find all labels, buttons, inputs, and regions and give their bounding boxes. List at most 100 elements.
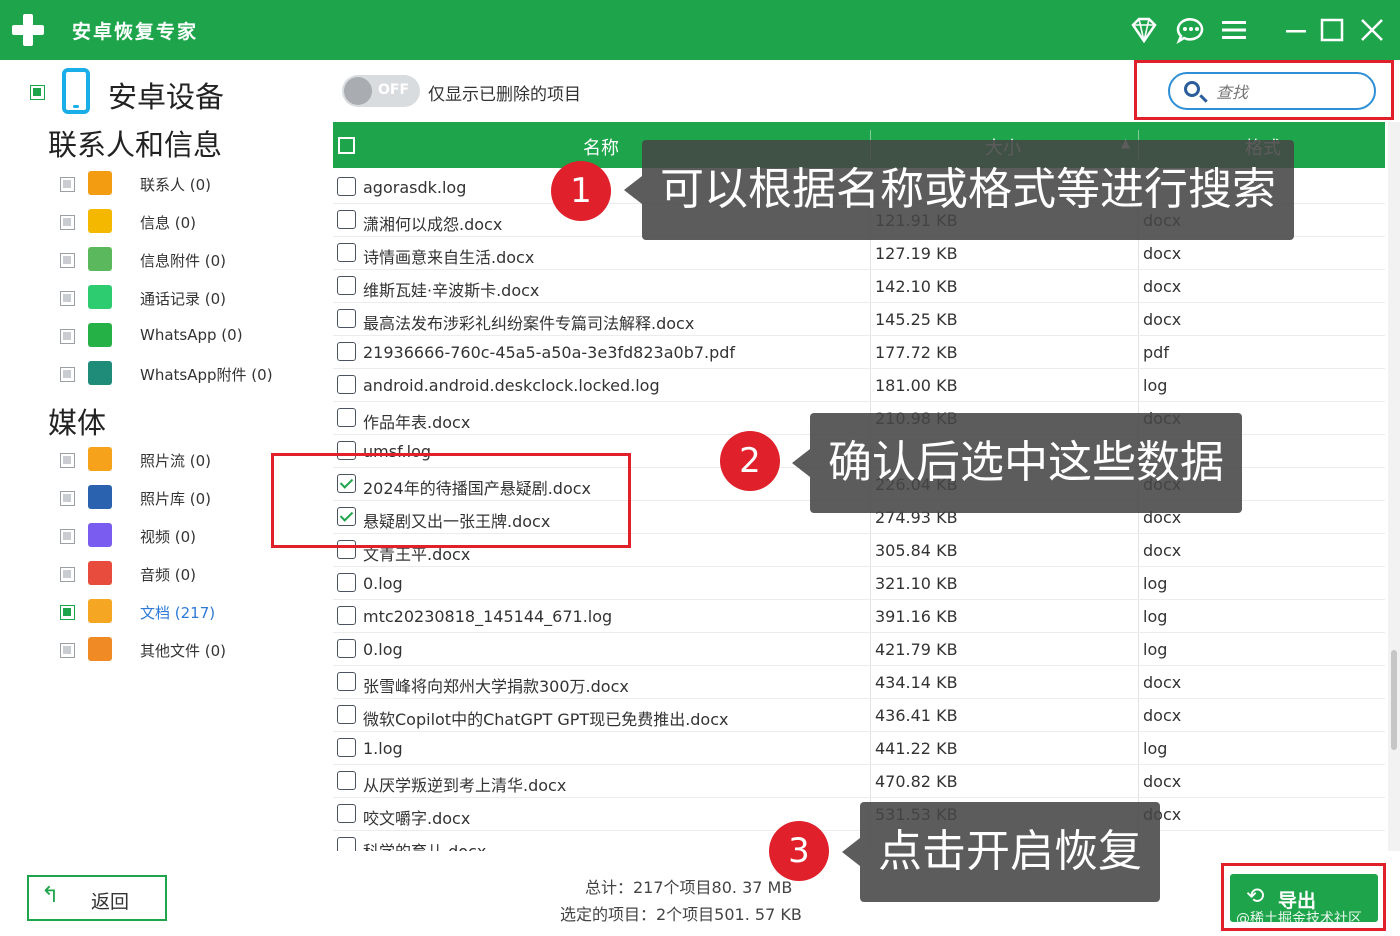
sidebar-item[interactable]: 信息 (0) — [58, 208, 328, 236]
file-format: docx — [1143, 673, 1182, 692]
row-checkbox[interactable] — [337, 441, 356, 460]
sidebar-item[interactable]: 音频 (0) — [58, 560, 328, 588]
table-row[interactable]: 21936666-760c-45a5-a50a-3e3fd823a0b7.pdf… — [333, 336, 1385, 369]
select-all-checkbox[interactable] — [338, 137, 355, 154]
search-icon[interactable] — [1184, 81, 1200, 97]
row-checkbox[interactable] — [337, 342, 356, 361]
row-checkbox[interactable] — [337, 276, 356, 295]
table-row[interactable]: 1.log 441.22 KB log — [333, 732, 1385, 765]
sidebar-item-checkbox[interactable] — [60, 491, 75, 506]
sidebar-item[interactable]: 通话记录 (0) — [58, 284, 328, 312]
file-size: 181.00 KB — [875, 376, 958, 395]
sidebar-item-checkbox[interactable] — [60, 453, 75, 468]
file-size: 145.25 KB — [875, 310, 958, 329]
table-row[interactable]: 维斯瓦娃·辛波斯卡.docx 142.10 KB docx — [333, 270, 1385, 303]
table-row[interactable]: 0.log 421.79 KB log — [333, 633, 1385, 666]
sidebar-item[interactable]: 照片流 (0) — [58, 446, 328, 474]
sidebar-item-checkbox[interactable] — [60, 567, 75, 582]
file-size: 305.84 KB — [875, 541, 958, 560]
row-checkbox[interactable] — [337, 474, 356, 493]
table-row[interactable]: 微软Copilot中的ChatGPT GPT现已免费推出.docx 436.41 … — [333, 699, 1385, 732]
annotation-badge-2: 2 — [720, 431, 780, 491]
diamond-icon[interactable] — [1128, 14, 1160, 46]
sidebar-item-checkbox[interactable] — [60, 253, 75, 268]
row-checkbox[interactable] — [337, 210, 356, 229]
row-checkbox[interactable] — [337, 408, 356, 427]
back-arrow-icon: ↰ — [41, 883, 60, 908]
search-box[interactable] — [1168, 72, 1376, 110]
row-checkbox[interactable] — [337, 540, 356, 559]
section-contacts-title: 联系人和信息 — [48, 128, 223, 162]
file-format: docx — [1143, 706, 1182, 725]
row-checkbox[interactable] — [337, 837, 356, 851]
deleted-only-label: 仅显示已删除的项目 — [428, 85, 581, 105]
file-size: 127.19 KB — [875, 244, 958, 263]
whatsapp-attachment-icon — [88, 361, 112, 385]
annotation-callout-2: 确认后选中这些数据 — [792, 413, 1242, 513]
sidebar-item-checkbox[interactable] — [60, 605, 75, 620]
sidebar-item-checkbox[interactable] — [60, 215, 75, 230]
table-row[interactable]: 最高法发布涉彩礼纠纷案件专篇司法解释.docx 145.25 KB docx — [333, 303, 1385, 336]
sidebar-item[interactable]: 信息附件 (0) — [58, 246, 328, 274]
row-checkbox[interactable] — [337, 705, 356, 724]
sidebar-item[interactable]: 照片库 (0) — [58, 484, 328, 512]
sidebar-item[interactable]: 文档 (217) — [58, 598, 328, 626]
file-size: 470.82 KB — [875, 772, 958, 791]
maximize-icon[interactable] — [1316, 14, 1348, 46]
sidebar-item[interactable]: 其他文件 (0) — [58, 636, 328, 664]
table-row[interactable]: 诗情画意来自生活.docx 127.19 KB docx — [333, 237, 1385, 270]
row-checkbox[interactable] — [337, 573, 356, 592]
sidebar: 安卓设备 联系人和信息 联系人 (0) 信息 (0) 信息附件 (0) 通话记录 (0… — [0, 60, 332, 936]
search-input[interactable] — [1216, 80, 1366, 104]
chat-icon[interactable] — [1174, 14, 1206, 46]
sidebar-item-label: 照片流 (0) — [140, 452, 212, 470]
row-checkbox[interactable] — [337, 507, 356, 526]
file-format: log — [1143, 739, 1168, 758]
table-row[interactable]: 张雪峰将向郑州大学捐款300万.docx 434.14 KB docx — [333, 666, 1385, 699]
sidebar-item[interactable]: 视频 (0) — [58, 522, 328, 550]
table-row[interactable]: 0.log 321.10 KB log — [333, 567, 1385, 600]
table-row[interactable]: mtc20230818_145144_671.log 391.16 KB log — [333, 600, 1385, 633]
file-name: 文青王平.docx — [363, 545, 471, 564]
sidebar-item[interactable]: 联系人 (0) — [58, 170, 328, 198]
row-checkbox[interactable] — [337, 639, 356, 658]
file-format: docx — [1143, 310, 1182, 329]
sidebar-item[interactable]: WhatsApp (0) — [58, 322, 328, 350]
device-checkbox[interactable] — [30, 85, 45, 100]
file-format: log — [1143, 607, 1168, 626]
sidebar-item-checkbox[interactable] — [60, 367, 75, 382]
sidebar-item-label: 其他文件 (0) — [140, 642, 227, 660]
column-header-name[interactable]: 名称 — [583, 134, 619, 160]
row-checkbox[interactable] — [337, 738, 356, 757]
file-format: pdf — [1143, 343, 1169, 362]
table-row[interactable]: 从厌学叛逆到考上清华.docx 470.82 KB docx — [333, 765, 1385, 798]
table-row[interactable]: android.android.deskclock.locked.log 181.… — [333, 369, 1385, 402]
row-checkbox[interactable] — [337, 771, 356, 790]
sidebar-item-checkbox[interactable] — [60, 329, 75, 344]
deleted-only-toggle[interactable]: OFF — [342, 75, 420, 107]
annotation-badge-3: 3 — [769, 821, 829, 881]
file-name: 微软Copilot中的ChatGPT GPT现已免费推出.docx — [363, 710, 729, 729]
annotation-callout-1: 可以根据名称或格式等进行搜索 — [624, 140, 1294, 240]
menu-icon[interactable] — [1218, 14, 1250, 46]
close-icon[interactable] — [1356, 14, 1388, 46]
row-checkbox[interactable] — [337, 672, 356, 691]
row-checkbox[interactable] — [337, 375, 356, 394]
sidebar-item-checkbox[interactable] — [60, 529, 75, 544]
sidebar-item-checkbox[interactable] — [60, 643, 75, 658]
row-checkbox[interactable] — [337, 606, 356, 625]
table-row[interactable]: 文青王平.docx 305.84 KB docx — [333, 534, 1385, 567]
row-checkbox[interactable] — [337, 309, 356, 328]
row-checkbox[interactable] — [337, 177, 356, 196]
toggle-text: OFF — [378, 82, 410, 98]
minimize-icon[interactable] — [1280, 14, 1312, 46]
back-button[interactable]: ↰ 返回 — [27, 875, 167, 921]
sidebar-item-checkbox[interactable] — [60, 177, 75, 192]
row-checkbox[interactable] — [337, 804, 356, 823]
table-row[interactable]: 咬文嚼字.docx531.53 KBdocx — [333, 798, 1385, 831]
row-checkbox[interactable] — [337, 243, 356, 262]
export-icon: ⟲ — [1246, 884, 1265, 909]
sidebar-item-checkbox[interactable] — [60, 291, 75, 306]
sidebar-item[interactable]: WhatsApp附件 (0) — [58, 360, 328, 388]
scrollbar-thumb[interactable] — [1391, 650, 1397, 750]
